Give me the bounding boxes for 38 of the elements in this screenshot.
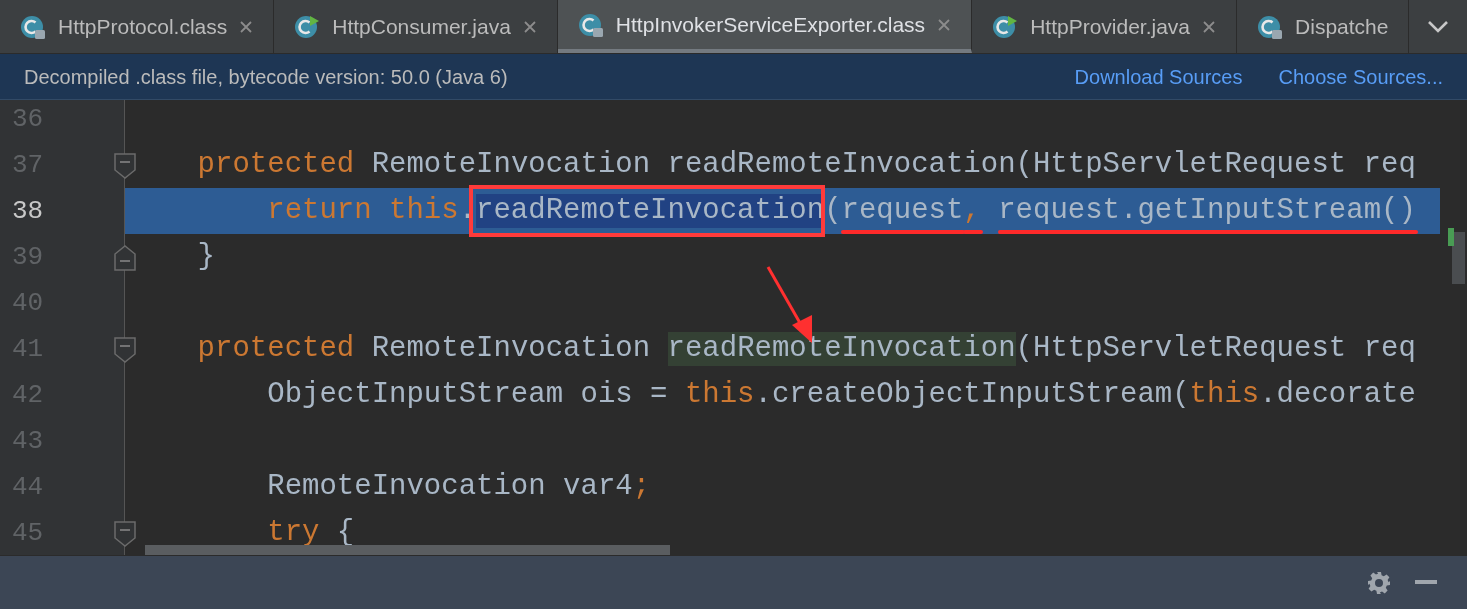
tab-label: HttpProtocol.class [58,13,228,40]
tab-label: HttpProvider.java [1030,13,1191,40]
code-line: ObjectInputStream ois = this.createObjectInputStream(this.decorate [266,378,1417,412]
class-file-icon [577,11,604,38]
java-file-icon [992,13,1019,40]
editor-tab[interactable]: HttpProvider.java [972,0,1238,53]
info-link[interactable]: Choose Sources... [1278,61,1443,92]
class-file-icon [20,13,46,40]
code-line: RemoteInvocation var4; [266,470,652,504]
close-icon[interactable] [522,19,537,34]
fold-icon[interactable] [114,245,136,271]
info-link[interactable]: Download Sources [1074,61,1243,92]
tab-label: HttpConsumer.java [332,13,511,40]
tab-label: Dispatche [1295,13,1389,40]
code-line: } [196,240,216,274]
java-file-icon [294,13,321,40]
tab-label: HttpInvokerServiceExporter.class [615,11,926,38]
fold-icon[interactable] [114,153,136,179]
settings-icon[interactable] [1367,570,1391,595]
fold-icon[interactable] [114,521,136,547]
class-file-icon [1257,13,1284,40]
minimize-icon[interactable] [1415,579,1437,586]
editor-tab[interactable]: HttpConsumer.java [274,0,558,53]
editor-tab[interactable]: HttpProtocol.class [0,0,275,53]
code-line: protected RemoteInvocation readRemoteInvocation(HttpServletRequest req [196,148,1417,182]
close-icon[interactable] [937,17,952,32]
code-line: return this.readRemoteInvocation(request, request.getInputStream() [266,194,1417,228]
close-icon[interactable] [239,19,254,34]
chevron-down-icon[interactable] [1427,19,1449,34]
horizontal-scrollbar-thumb[interactable] [145,545,670,555]
line-number: 38 [11,194,44,228]
close-icon[interactable] [1202,19,1217,34]
editor-tab[interactable]: HttpInvokerServiceExporter.class [557,0,973,53]
change-marker-icon [1448,228,1454,246]
fold-icon[interactable] [114,337,136,363]
info-text: Decompiled .class file, bytecode version: 50.0 (Java 6) [24,64,508,90]
vertical-scrollbar-thumb[interactable] [1452,232,1465,284]
editor-tab[interactable]: Dispatche [1237,0,1410,53]
